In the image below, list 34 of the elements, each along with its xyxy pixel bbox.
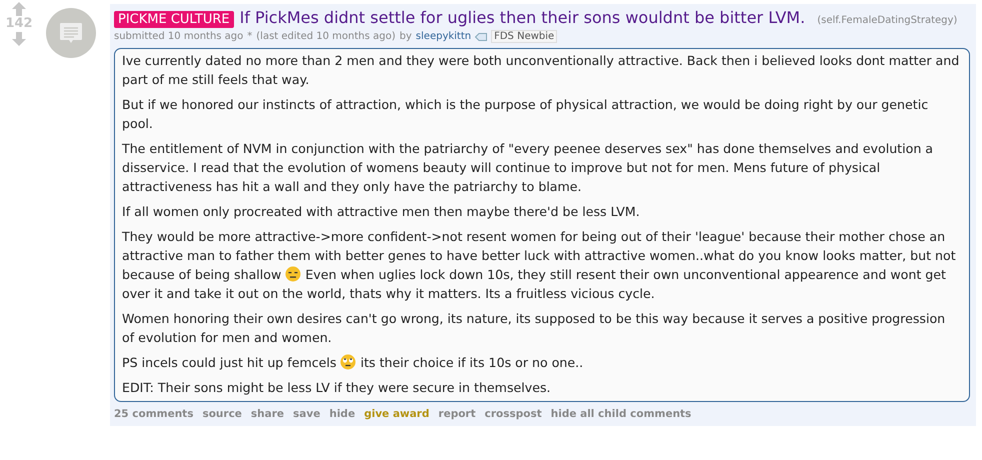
tag-icon xyxy=(475,32,488,40)
upvote-arrow-icon[interactable] xyxy=(12,2,26,16)
edited-mark: * xyxy=(247,31,252,42)
submitted-time: submitted 10 months ago xyxy=(114,31,244,42)
eye-roll-face-icon xyxy=(340,354,356,370)
post-action-link[interactable]: report xyxy=(438,408,476,420)
post-action-link[interactable]: 25 comments xyxy=(114,408,194,420)
edited-time: (last edited 10 months ago) xyxy=(256,31,396,42)
post-action-link[interactable]: crosspost xyxy=(484,408,542,420)
text-post-icon xyxy=(59,22,83,44)
body-paragraph: But if we honored our instincts of attraction, which is the purpose of physical attraction, we would be doing right by our genetic pool. xyxy=(122,96,930,133)
post-domain[interactable]: (self.FemaleDatingStrategy) xyxy=(817,15,958,26)
author-link[interactable]: sleepykittn xyxy=(416,31,472,42)
give-award-link[interactable]: give award xyxy=(364,408,430,420)
post-flair[interactable]: PICKME CULTURE xyxy=(114,11,234,28)
post-action-link[interactable]: share xyxy=(250,408,284,420)
post-action-link[interactable]: hide xyxy=(329,408,356,420)
body-paragraph: If all women only procreated with attractive men then maybe there'd be less LVM. xyxy=(122,203,641,221)
post-action-link[interactable]: save xyxy=(293,408,320,420)
user-flair: FDS Newbie xyxy=(491,30,558,43)
post-title[interactable]: If PickMes didnt settle for uglies then their sons wouldnt be bitter LVM. xyxy=(240,8,806,27)
body-paragraph: PS incels could just hit up femcels its their choice if its 10s or no one.. xyxy=(122,353,584,372)
post-action-link[interactable]: source xyxy=(202,408,242,420)
downvote-arrow-icon[interactable] xyxy=(12,32,26,46)
expressionless-face-icon xyxy=(285,266,302,282)
self-post-thumbnail[interactable] xyxy=(46,8,96,58)
body-paragraph: They would be more attractive->more confident->not resent women for being out of their 'league' because their mother chose an attractive man to father them with better genes to have better luck with attractive women..what do you know looks matter, but not because of being shallow Even when uglies lock down 10s, they still resent their own unconventional appearence and wont get over it and take it out on the world, thats why it matters. Its a fruitless vicious cycle. xyxy=(122,228,957,303)
body-paragraph: Women honoring their own desires can't go wrong, its nature, its supposed to be this way because it serves a positive progression of evolution for men and women. xyxy=(122,310,946,347)
body-paragraph: EDIT: Their sons might be less LV if they were secure in themselves. xyxy=(122,379,552,397)
body-paragraph: The entitlement of NVM in conjunction with the patriarchy of "every peenee deserves sex" has done themselves and evolution a disservice. I read that the evolution of womens beauty will continue to improve but not for men. Mens future of physical attractiveness has hit a wall and they only have the patriarchy to blame. xyxy=(122,140,934,196)
post-action-link[interactable]: hide all child comments xyxy=(550,408,692,420)
by-label: by xyxy=(400,31,412,42)
vote-score: 142 xyxy=(5,16,33,32)
body-paragraph: Ive currently dated no more than 2 men and they were both unconventionally attractive. Back then i believed looks dont matter and part of me still feels that way. xyxy=(122,52,960,89)
